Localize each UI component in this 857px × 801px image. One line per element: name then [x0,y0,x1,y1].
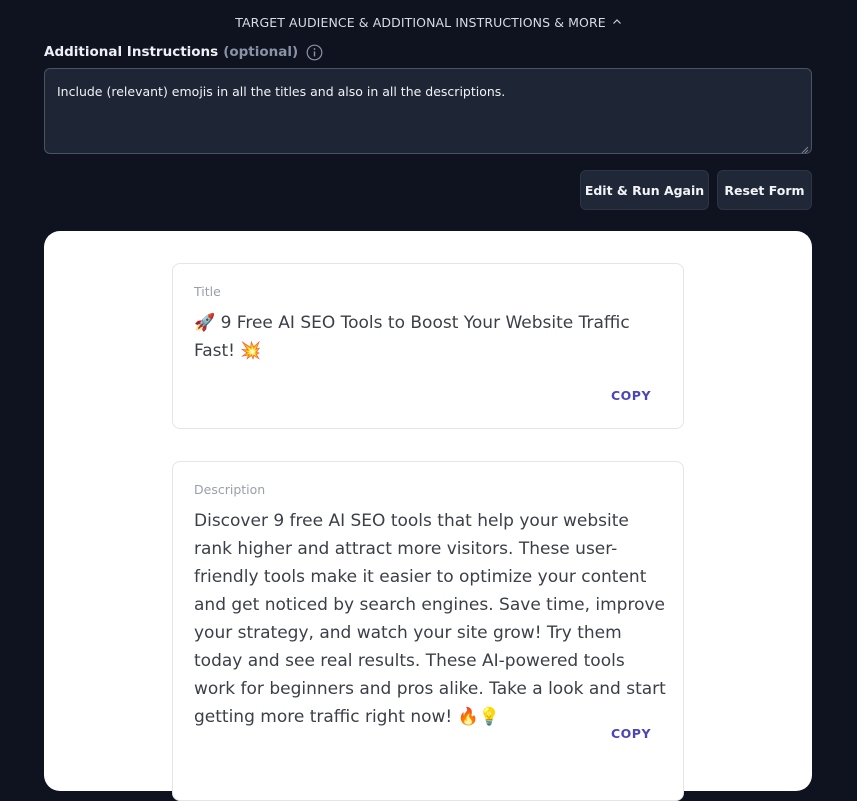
generated-description: Discover 9 free AI SEO tools that help y… [194,511,666,727]
title-card-label: Title [194,284,221,299]
info-icon[interactable] [306,44,323,61]
reset-form-button[interactable]: Reset Form [717,170,812,210]
section-toggle[interactable]: TARGET AUDIENCE & ADDITIONAL INSTRUCTION… [0,12,857,32]
section-toggle-label: TARGET AUDIENCE & ADDITIONAL INSTRUCTION… [235,14,606,30]
description-card: Description Discover 9 free AI SEO tools… [172,461,684,801]
chevron-up-icon [612,17,622,27]
generated-title: 🚀 9 Free AI SEO Tools to Boost Your Webs… [194,313,630,361]
copy-title-button[interactable]: COPY [611,388,651,403]
description-card-label: Description [194,482,266,497]
copy-description-button[interactable]: COPY [611,726,651,741]
additional-instructions-label-row: Additional Instructions (optional) [44,42,323,62]
additional-instructions-field[interactable]: Include (relevant) emojis in all the tit… [44,68,812,154]
additional-instructions-value: Include (relevant) emojis in all the tit… [57,84,506,99]
resize-handle-icon[interactable] [800,142,809,154]
title-card: Title 🚀 9 Free AI SEO Tools to Boost You… [172,263,684,429]
optional-label: (optional) [223,44,299,60]
edit-run-again-button[interactable]: Edit & Run Again [580,170,709,210]
additional-instructions-label: Additional Instructions [44,44,219,60]
results-panel: Title 🚀 9 Free AI SEO Tools to Boost You… [44,231,812,801]
